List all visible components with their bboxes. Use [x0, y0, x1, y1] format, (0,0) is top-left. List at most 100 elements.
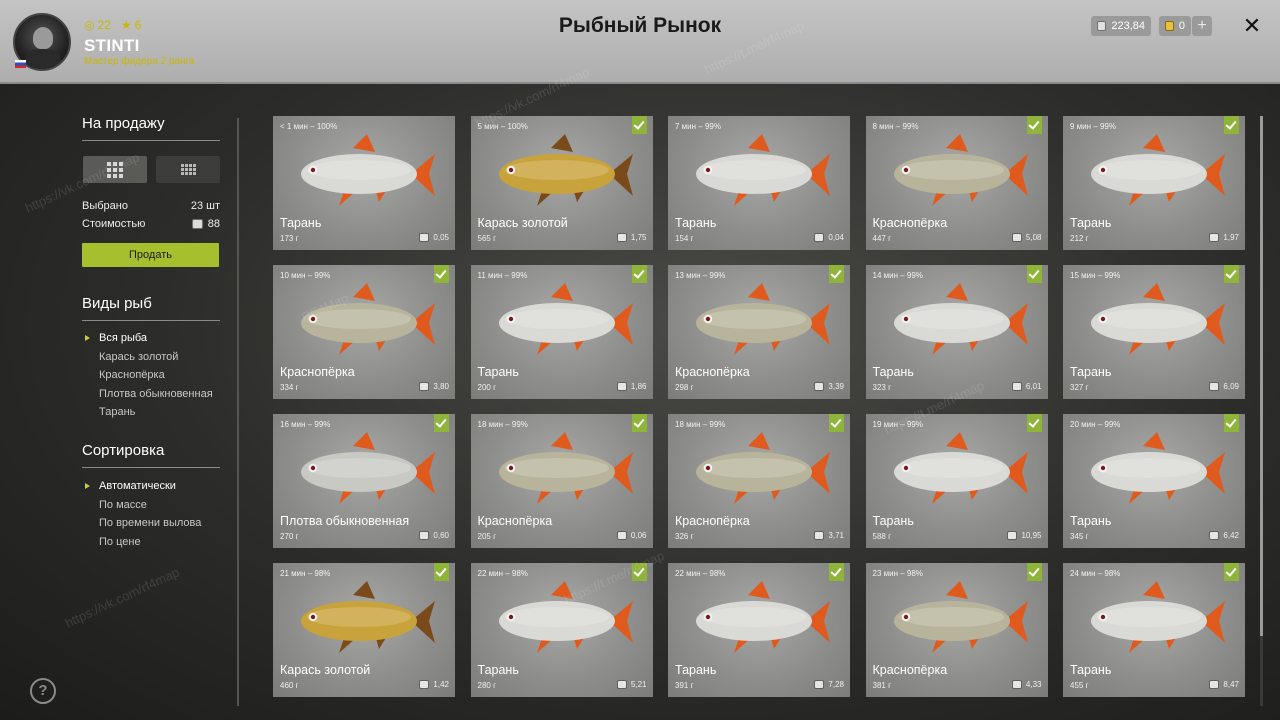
fish-name: Тарань: [477, 365, 519, 379]
fish-weight: 212 г: [1070, 234, 1089, 243]
fish-card[interactable]: 19 мин – 99% Тарань 588 г 10,95: [865, 414, 1048, 548]
fish-card[interactable]: < 1 мин – 100% Тарань 173 г 0,05: [273, 116, 455, 250]
fish-image: [1091, 283, 1225, 355]
checkmark-icon[interactable]: [1026, 414, 1042, 432]
close-button[interactable]: ✕: [1240, 14, 1264, 38]
species-list: Вся рыба Карась золотой Краснопёрка Плотва …: [82, 329, 222, 422]
sort-item[interactable]: По массе: [82, 496, 222, 515]
checkmark-icon[interactable]: [1224, 116, 1239, 134]
fish-name: Тарань: [675, 216, 717, 230]
fish-weight: 154 г: [675, 234, 694, 243]
price-value: 1,86: [630, 382, 647, 391]
silver-coin-icon: [814, 382, 825, 391]
scrollbar-thumb[interactable]: [1260, 116, 1263, 636]
fish-card[interactable]: 14 мин – 99% Тарань 323 г 6,01: [865, 265, 1048, 399]
silver-coin-icon: [1007, 531, 1018, 540]
checkmark-icon[interactable]: [829, 414, 844, 432]
fish-name: Карась золотой: [477, 216, 568, 230]
fish-card[interactable]: 11 мин – 99% Тарань 200 г 1,86: [470, 265, 653, 399]
fish-price: 0,04: [814, 233, 844, 242]
catch-time: 11 мин – 99%: [477, 271, 528, 280]
fish-card[interactable]: 21 мин – 98% Карась золотой 460 г 1,42: [273, 563, 455, 697]
sort-item[interactable]: По времени вылова: [82, 514, 222, 533]
large-grid-view-button[interactable]: [83, 156, 147, 183]
checkmark-icon[interactable]: [631, 116, 647, 134]
fish-name: Тарань: [872, 514, 914, 528]
fish-card[interactable]: 22 мин – 98% Тарань 391 г 7,28: [668, 563, 850, 697]
fish-card[interactable]: 5 мин – 100% Карась золотой 565 г 1,75: [470, 116, 653, 250]
sort-item[interactable]: По цене: [82, 533, 222, 552]
checkmark-icon[interactable]: [829, 563, 844, 581]
catch-time: 10 мин – 99%: [280, 271, 331, 280]
fish-card[interactable]: 16 мин – 99% Плотва обыкновенная 270 г 0,60: [273, 414, 455, 548]
fish-name: Краснопёрка: [280, 365, 355, 379]
checkmark-icon[interactable]: [829, 265, 844, 283]
price-value: 6,09: [1223, 382, 1239, 391]
checkmark-icon[interactable]: [631, 414, 647, 432]
checkmark-icon[interactable]: [1026, 563, 1042, 581]
fish-image: [498, 283, 633, 355]
fish-image: [893, 581, 1028, 653]
fish-card[interactable]: 18 мин – 99% Краснопёрка 326 г 3,71: [668, 414, 850, 548]
checkmark-icon[interactable]: [1026, 116, 1042, 134]
fish-card[interactable]: 18 мин – 99% Краснопёрка 205 г 0,06: [470, 414, 653, 548]
cost-label: Стоимостью: [82, 218, 146, 230]
fish-card[interactable]: 9 мин – 99% Тарань 212 г 1,97: [1063, 116, 1245, 250]
help-button[interactable]: ?: [30, 678, 56, 704]
checkmark-icon[interactable]: [434, 563, 449, 581]
species-item[interactable]: Плотва обыкновенная: [82, 385, 222, 404]
silver-coin-icon: [419, 531, 430, 540]
fish-card[interactable]: 24 мин – 98% Тарань 455 г 8,47: [1063, 563, 1245, 697]
catch-time: 21 мин – 98%: [280, 569, 331, 578]
checkmark-icon[interactable]: [1224, 265, 1239, 283]
small-grid-view-button[interactable]: [156, 156, 220, 183]
fish-card[interactable]: 13 мин – 99% Краснопёрка 298 г 3,39: [668, 265, 850, 399]
catch-time: 13 мин – 99%: [675, 271, 726, 280]
fish-name: Тарань: [477, 663, 519, 677]
checkmark-icon[interactable]: [631, 265, 647, 283]
species-item[interactable]: Тарань: [82, 403, 222, 422]
fish-weight: 391 г: [675, 681, 694, 690]
fish-card[interactable]: 10 мин – 99% Краснопёрка 334 г 3,80: [273, 265, 455, 399]
fish-name: Тарань: [872, 365, 914, 379]
fish-image: [1091, 134, 1225, 206]
selected-value: 23 шт: [190, 200, 220, 212]
fish-card[interactable]: 8 мин – 99% Краснопёрка 447 г 5,08: [865, 116, 1048, 250]
fish-card[interactable]: 22 мин – 98% Тарань 280 г 5,21: [470, 563, 653, 697]
checkmark-icon[interactable]: [1224, 414, 1239, 432]
fish-card[interactable]: 23 мин – 98% Краснопёрка 381 г 4,33: [865, 563, 1048, 697]
fish-image: [301, 432, 435, 504]
fish-price: 0,60: [419, 531, 449, 540]
fish-card[interactable]: 7 мин – 99% Тарань 154 г 0,04: [668, 116, 850, 250]
fish-card[interactable]: 15 мин – 99% Тарань 327 г 6,09: [1063, 265, 1245, 399]
price-value: 5,21: [630, 680, 647, 689]
species-item[interactable]: Вся рыба: [82, 329, 222, 348]
fish-image: [301, 134, 435, 206]
fish-weight: 455 г: [1070, 681, 1089, 690]
silver-coin-icon: [616, 531, 627, 540]
fish-price: 1,86: [616, 382, 647, 391]
price-value: 0,60: [433, 531, 449, 540]
catch-time: 14 мин – 99%: [872, 271, 923, 280]
add-currency-button[interactable]: +: [1192, 16, 1212, 36]
fish-card[interactable]: 20 мин – 99% Тарань 345 г 6,42: [1063, 414, 1245, 548]
fish-price: 3,80: [419, 382, 449, 391]
checkmark-icon[interactable]: [434, 265, 449, 283]
checkmark-icon[interactable]: [631, 563, 647, 581]
russia-flag-icon: [15, 60, 26, 68]
checkmark-icon[interactable]: [1026, 265, 1042, 283]
checkmark-icon[interactable]: [434, 414, 449, 432]
fish-name: Тарань: [1070, 514, 1112, 528]
fish-name: Плотва обыкновенная: [280, 514, 410, 528]
sort-item[interactable]: Автоматически: [82, 477, 222, 496]
price-value: 0,05: [433, 233, 449, 242]
fish-price: 6,09: [1209, 382, 1239, 391]
species-item[interactable]: Краснопёрка: [82, 366, 222, 385]
checkmark-icon[interactable]: [1224, 563, 1239, 581]
price-value: 1,97: [1223, 233, 1239, 242]
fish-price: 3,71: [814, 531, 844, 540]
species-item[interactable]: Карась золотой: [82, 348, 222, 367]
fish-price: 7,28: [814, 680, 844, 689]
fish-weight: 200 г: [477, 383, 497, 392]
sell-button[interactable]: Продать: [82, 243, 219, 267]
